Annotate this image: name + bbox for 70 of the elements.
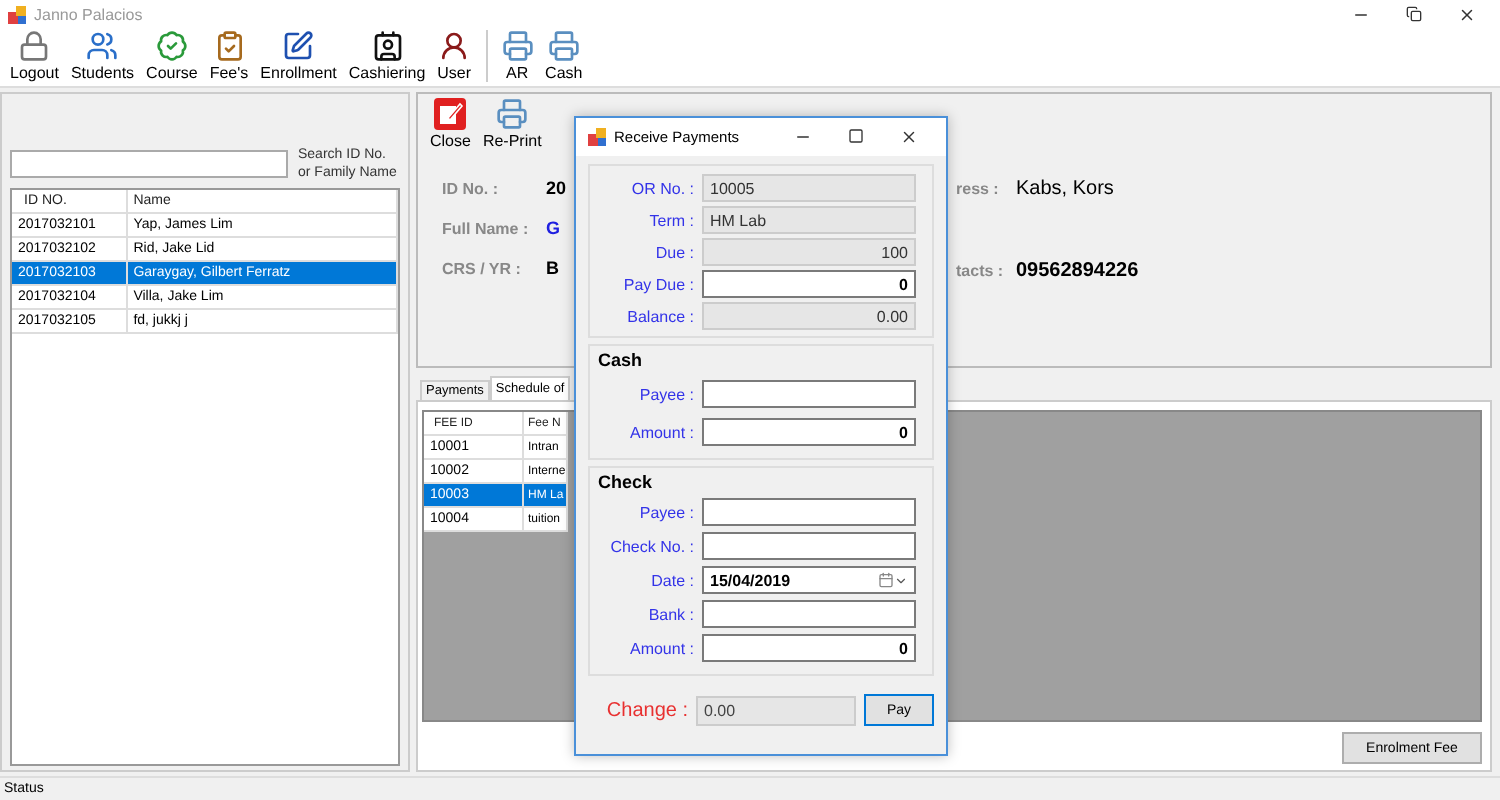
printer-icon (547, 30, 580, 62)
field-label: Balance : (625, 307, 694, 325)
pen-form-icon (282, 30, 315, 62)
field-value: G (546, 218, 561, 238)
caret-icon (894, 573, 908, 587)
printer-icon (496, 98, 529, 130)
field-label: Full Name : (442, 219, 531, 237)
input-field[interactable] (702, 380, 916, 408)
toolbar-button[interactable]: Cashiering (344, 30, 430, 82)
input-field[interactable]: 100 (702, 238, 916, 266)
field-label: Amount : (627, 423, 694, 441)
toolbar-button[interactable]: Re-Print (478, 98, 546, 150)
input-field[interactable] (702, 498, 916, 526)
field-value: B (546, 258, 559, 278)
input-field[interactable]: 0 (702, 418, 916, 446)
restore-icon[interactable] (1406, 5, 1422, 21)
input-field[interactable]: HM Lab (702, 206, 916, 234)
field-label: Payee : (637, 503, 694, 521)
close-form-icon (434, 98, 467, 130)
close-icon[interactable] (900, 128, 918, 146)
window-title: Janno Palacios (34, 5, 145, 23)
toolbar-button[interactable]: Fee's (205, 30, 253, 82)
field-label: Amount : (627, 639, 694, 657)
field-label: ID No. : (442, 179, 500, 197)
person-icon (438, 30, 471, 62)
maximize-icon[interactable] (848, 128, 864, 144)
field-label: Bank : (646, 605, 694, 623)
input-field[interactable]: 10005 (702, 174, 916, 202)
field-label: ress : (956, 180, 1001, 198)
input-field[interactable] (702, 600, 916, 628)
date-picker[interactable]: 15/04/2019 (702, 566, 916, 594)
field-label: CRS / YR : (442, 259, 523, 277)
toolbar-button[interactable]: Course (142, 30, 202, 82)
input-field[interactable]: 0.00 (702, 302, 916, 330)
field-label: Pay Due : (621, 275, 694, 293)
field-label: OR No. : (629, 179, 694, 197)
people-icon (86, 30, 119, 62)
toolbar-button[interactable]: Close (426, 98, 475, 150)
close-icon[interactable] (1458, 5, 1476, 23)
app-icon (588, 128, 606, 146)
input-field[interactable] (702, 532, 916, 560)
toolbar-button[interactable]: Students (66, 30, 139, 82)
field-value: 20 (546, 178, 567, 198)
input-field[interactable]: 0 (702, 634, 916, 662)
field-label: Check No. : (608, 537, 694, 555)
field-label: Date : (649, 571, 694, 589)
app-icon (8, 5, 26, 23)
clipboard-icon (213, 30, 245, 62)
lock-icon (18, 30, 51, 62)
field-label: Payee : (637, 385, 694, 403)
field-value: 09562894226 (1016, 260, 1139, 282)
printer-icon (501, 30, 534, 62)
toolbar-button[interactable]: Cash (541, 30, 587, 82)
input-field[interactable]: 0 (702, 270, 916, 298)
search-field[interactable] (10, 150, 288, 178)
person-card-icon (371, 30, 404, 62)
field-value: Kabs, Kors (1016, 178, 1116, 200)
field-label: tacts : (956, 262, 1006, 280)
change-label: Change : (604, 699, 688, 721)
field-label: Due : (653, 243, 694, 261)
group-title: Cash (598, 350, 645, 370)
check-badge-icon (155, 30, 188, 62)
toolbar-button[interactable]: AR (497, 30, 538, 82)
group-title: Check (598, 472, 655, 492)
calendar-icon (878, 572, 894, 588)
toolbar-button[interactable]: User (433, 30, 476, 82)
change-field: 0.00 (696, 695, 856, 725)
field-label: Term : (647, 211, 694, 229)
toolbar-button[interactable]: Logout (6, 30, 63, 82)
toolbar-button[interactable]: Enrollment (256, 30, 341, 82)
